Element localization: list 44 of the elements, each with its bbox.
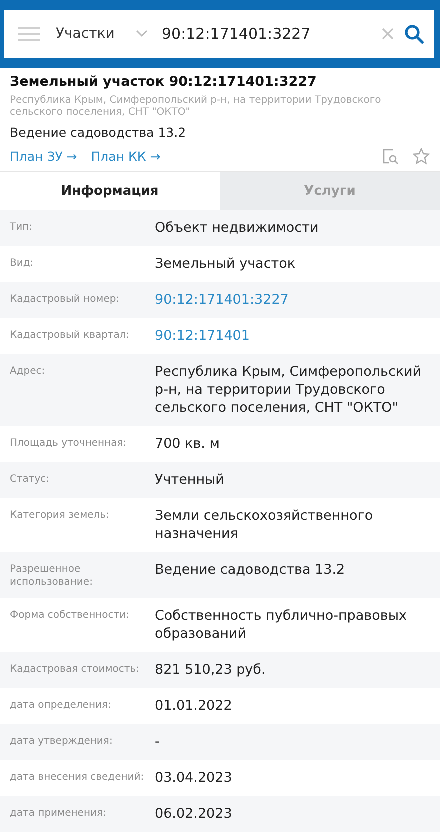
search-icon[interactable] xyxy=(404,24,424,44)
category-select[interactable]: Участки xyxy=(56,26,126,42)
field-value: Собственность публично-правовых образований xyxy=(155,607,408,643)
field-value: 03.04.2023 xyxy=(155,769,234,787)
field-label: Кадастровый номер: xyxy=(10,293,121,307)
field-label: Разрешенное использование: xyxy=(10,563,94,589)
field-value: - xyxy=(155,733,161,751)
field-label: дата внесения сведений: xyxy=(10,771,146,785)
field-label: Тип: xyxy=(10,221,34,235)
field-label: Форма собственности: xyxy=(10,609,130,623)
field-value: Земельный участок xyxy=(155,255,297,273)
object-usage: Ведение садоводства 13.2 xyxy=(10,125,188,140)
field-value: Объект недвижимости xyxy=(155,219,320,237)
field-link[interactable]: 90:12:171401 xyxy=(155,327,430,345)
search-input[interactable]: 90:12:171401:3227 xyxy=(162,25,372,43)
tab[interactable]: Услуги xyxy=(220,172,440,210)
field-label: Адрес: xyxy=(10,365,46,379)
field-value: Ведение садоводства 13.2 xyxy=(155,561,346,580)
field-label: Вид: xyxy=(10,257,35,271)
field-label: Кадастровый квартал: xyxy=(10,329,131,343)
field-label: Статус: xyxy=(10,473,51,487)
menu-icon[interactable] xyxy=(18,26,40,42)
field-value: Земли сельскохозяйственного назначения xyxy=(155,507,374,543)
object-title: Земельный участок 90:12:171401:3227 xyxy=(10,74,318,90)
field-link[interactable]: 90:12:171401:3227 xyxy=(155,291,430,309)
field-label: дата утверждения: xyxy=(10,735,114,749)
field-label: Категория земель: xyxy=(10,509,110,523)
field-value: Республика Крым, Симферопольский р-н, на территории Трудовского сельского поселения, СНТ "ОКТО" xyxy=(155,363,423,417)
field-value: 06.02.2023 xyxy=(155,805,234,823)
clear-icon[interactable] xyxy=(382,28,394,40)
field-value: 700 кв. м xyxy=(155,435,221,453)
document-search-icon[interactable] xyxy=(382,148,399,165)
plan-link[interactable]: План КК → xyxy=(91,149,161,164)
star-icon[interactable] xyxy=(413,148,430,165)
field-label: дата определения: xyxy=(10,699,112,713)
chevron-down-icon[interactable] xyxy=(136,30,148,38)
field-label: Площадь уточненная: xyxy=(10,437,128,451)
field-value: 821 510,23 руб. xyxy=(155,661,267,679)
object-address: Республика Крым, Симферопольский р-н, на территории Трудовского сельского поселения, СНТ "ОКТО" xyxy=(10,95,382,119)
field-value: 01.01.2022 xyxy=(155,697,234,715)
field-label: Кадастровая стоимость: xyxy=(10,663,140,677)
field-label: дата применения: xyxy=(10,807,108,821)
field-value: Учтенный xyxy=(155,471,226,489)
plan-link[interactable]: План ЗУ → xyxy=(10,149,78,164)
